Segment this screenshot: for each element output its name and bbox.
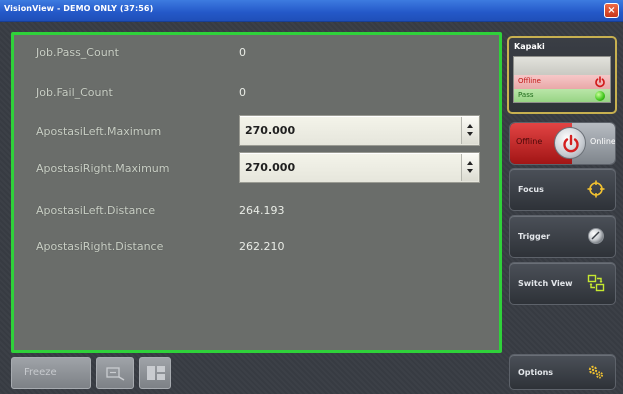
close-icon[interactable]: × xyxy=(604,3,619,18)
layout-tool-button[interactable] xyxy=(139,357,171,389)
switch-view-button[interactable]: Switch View xyxy=(509,262,616,305)
left-maximum-spinbox[interactable]: 270.000 xyxy=(239,115,480,146)
field-value: 0 xyxy=(239,86,246,99)
trigger-icon xyxy=(588,228,604,244)
spin-down-icon[interactable] xyxy=(467,132,473,136)
spin-up-icon[interactable] xyxy=(467,124,473,128)
switch-view-label[interactable]: Switch View xyxy=(518,279,573,288)
kapaki-display xyxy=(513,56,611,75)
layout-grid-icon xyxy=(147,366,165,380)
row-left-distance: ApostasiLeft.Distance 264.193 xyxy=(14,197,499,225)
row-pass-count: Job.Pass_Count 0 xyxy=(14,39,499,67)
spin-down-icon[interactable] xyxy=(467,169,473,173)
trigger-button[interactable]: Trigger xyxy=(509,215,616,258)
gear-icon xyxy=(588,365,603,379)
field-label: Job.Fail_Count xyxy=(36,86,113,99)
kapaki-status-panel[interactable]: Kapaki Offline Pass xyxy=(507,36,617,114)
spinbox-value[interactable]: 270.000 xyxy=(245,124,295,137)
window-title: VisionView - DEMO ONLY (37:56) xyxy=(4,4,154,13)
row-left-maximum: ApostasiLeft.Maximum 270.000 xyxy=(14,115,499,146)
options-label[interactable]: Options xyxy=(518,368,553,377)
spinner-arrows-icon[interactable] xyxy=(461,154,478,181)
field-label: ApostasiLeft.Distance xyxy=(36,204,156,217)
spin-up-icon[interactable] xyxy=(467,161,473,165)
row-right-maximum: ApostasiRight.Maximum 270.000 xyxy=(14,152,499,183)
offline-online-toggle[interactable]: Offline Online xyxy=(509,122,616,165)
focus-label[interactable]: Focus xyxy=(518,185,544,194)
field-value: 0 xyxy=(239,46,246,59)
freeze-label[interactable]: Freeze xyxy=(24,367,57,378)
kapaki-offline-row: Offline xyxy=(513,75,611,89)
options-button[interactable]: Options xyxy=(509,354,616,390)
field-value: 262.210 xyxy=(239,240,285,253)
image-zoom-icon xyxy=(106,367,125,381)
field-label: ApostasiLeft.Maximum xyxy=(36,125,162,138)
trigger-label[interactable]: Trigger xyxy=(518,232,550,241)
image-tool-button[interactable] xyxy=(96,357,134,389)
spinbox-value[interactable]: 270.000 xyxy=(245,161,295,174)
spinner-arrows-icon[interactable] xyxy=(461,117,478,144)
data-panel: Job.Pass_Count 0 Job.Fail_Count 0 Aposta… xyxy=(11,32,502,353)
focus-button[interactable]: Focus xyxy=(509,168,616,211)
power-icon xyxy=(563,134,579,153)
crosshair-icon xyxy=(587,180,605,198)
toggle-offline-label[interactable]: Offline xyxy=(516,137,542,146)
title-bar: VisionView - DEMO ONLY (37:56) × xyxy=(0,0,623,22)
field-value: 264.193 xyxy=(239,204,285,217)
field-label: ApostasiRight.Maximum xyxy=(36,162,170,175)
kapaki-offline-label: Offline xyxy=(518,77,541,85)
power-icon xyxy=(595,76,605,88)
toggle-online-label[interactable]: Online xyxy=(590,137,615,146)
toggle-knob[interactable] xyxy=(554,127,586,159)
field-label: Job.Pass_Count xyxy=(36,46,119,59)
status-light-icon xyxy=(595,91,605,101)
kapaki-title: Kapaki xyxy=(514,42,545,51)
row-right-distance: ApostasiRight.Distance 262.210 xyxy=(14,233,499,261)
freeze-button[interactable]: Freeze xyxy=(11,357,91,389)
right-maximum-spinbox[interactable]: 270.000 xyxy=(239,152,480,183)
switch-view-icon xyxy=(587,274,605,292)
kapaki-pass-row: Pass xyxy=(513,89,611,103)
field-label: ApostasiRight.Distance xyxy=(36,240,164,253)
row-fail-count: Job.Fail_Count 0 xyxy=(14,79,499,107)
kapaki-pass-label: Pass xyxy=(518,91,534,99)
